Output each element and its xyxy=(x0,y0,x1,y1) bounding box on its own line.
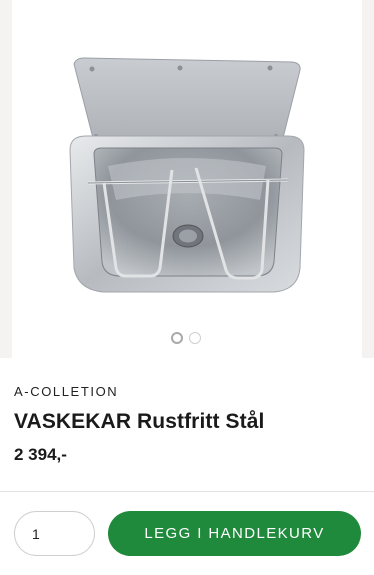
add-to-cart-button[interactable]: LEGG I HANDLEKURV xyxy=(108,511,361,556)
quantity-input[interactable] xyxy=(14,511,95,556)
product-title: VASKEKAR Rustfritt Stål xyxy=(14,410,265,433)
product-page: A-COLLETION VASKEKAR Rustfritt Stål 2 39… xyxy=(0,0,374,575)
carousel-dot-active[interactable] xyxy=(171,332,183,344)
product-brand: A-COLLETION xyxy=(14,384,119,399)
product-price: 2 394,- xyxy=(14,445,67,464)
image-gallery[interactable] xyxy=(0,0,374,358)
carousel-dots xyxy=(171,332,201,344)
divider xyxy=(0,491,374,492)
gallery-slide xyxy=(12,0,362,358)
product-image xyxy=(69,57,305,293)
carousel-dot[interactable] xyxy=(189,332,201,344)
